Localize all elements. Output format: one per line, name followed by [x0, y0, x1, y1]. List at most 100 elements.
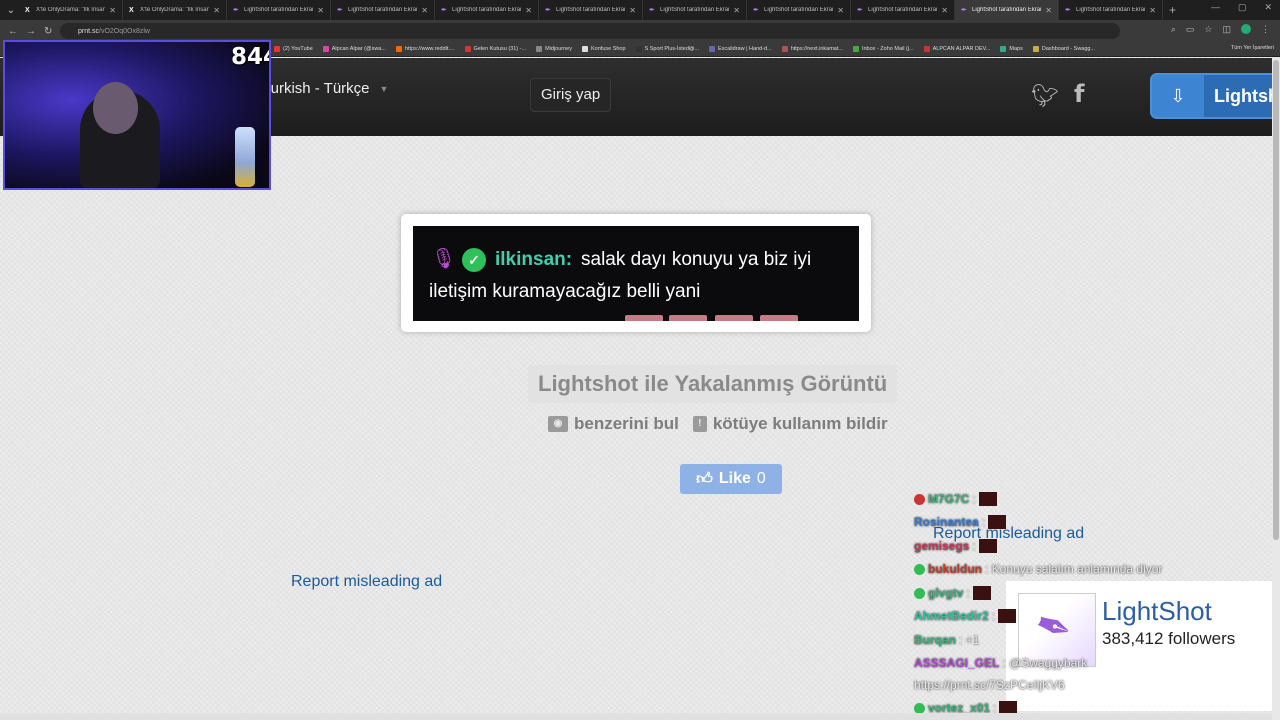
language-select[interactable]: Turkish - Türkçe ▼ [262, 80, 388, 97]
scrollbar-thumb[interactable] [1273, 60, 1279, 540]
forward-icon[interactable]: → [26, 26, 36, 37]
bookmark-favicon-icon [635, 46, 642, 52]
bookmark-label: Gelen Kutusu (31) -... [473, 46, 527, 52]
chat-emote [978, 539, 997, 553]
close-tab-icon[interactable]: ✕ [941, 6, 948, 15]
bookmarks-list: (2) YouTube Alpcan Alpar (@swa... https://… [274, 46, 1105, 52]
close-tab-icon[interactable]: ✕ [525, 6, 532, 15]
screenshot-image[interactable]: 🎙︎ ✓ ilkinsan: salak dayı konuyu ya biz … [413, 226, 859, 321]
horizontal-scrollbar[interactable] [0, 713, 1272, 720]
bookmark-label: https://www.reddit.... [404, 46, 455, 52]
like-button[interactable]: 👍︎ Like 0 [680, 464, 782, 494]
bookmark-item[interactable]: https://www.reddit.... [395, 46, 455, 52]
menu-icon[interactable]: ⋮ [1261, 24, 1270, 35]
bookmark-item[interactable]: ALPCAN ALPAR DEV... [923, 46, 990, 52]
bookmark-favicon-icon [708, 46, 715, 52]
warning-icon: ! [692, 416, 707, 432]
bookmark-star-icon[interactable]: ☆ [1204, 24, 1212, 35]
chat-badge-icon [914, 563, 925, 575]
feather-icon: ✒ [545, 6, 551, 14]
browser-tab[interactable]: ✒ LightShot tarafından Ekran ✕ [747, 0, 851, 20]
verified-icon: ✓ [462, 248, 486, 272]
tab-title: X'te OnlyDrama: "İlk İnsan [36, 7, 106, 13]
close-window-icon[interactable]: ✕ [1264, 2, 1272, 13]
find-similar-link[interactable]: ◉ benzerini bul [548, 414, 679, 434]
bookmark-label: Konfuse Shop [591, 46, 626, 52]
bookmark-label: https://next.inkamat... [790, 46, 843, 52]
all-bookmarks-folder[interactable]: Tüm Yer İşaretleri [1231, 45, 1274, 51]
chat-text: : +1 [959, 633, 980, 647]
bookmark-item[interactable]: Alpcan Alpar (@swa... [322, 46, 386, 52]
chat-badge-icon [914, 493, 925, 505]
facebook-icon[interactable]: f [1074, 80, 1084, 108]
close-tab-icon[interactable]: ✕ [629, 6, 636, 15]
download-button[interactable]: ⇩ Lightsh [1150, 73, 1280, 119]
report-ad-link[interactable]: Report misleading ad [291, 573, 442, 591]
tab-search-icon[interactable]: ⌄ [3, 2, 19, 18]
bookmark-item[interactable]: Gelen Kutusu (31) -... [464, 46, 527, 52]
chat-message: ASSSAGI_GEL: @Swaggybark [914, 656, 1087, 670]
bookmark-label: Midjourney [545, 46, 572, 52]
report-abuse-label: kötüye kullanım bildir [712, 414, 888, 433]
browser-tab[interactable]: X X'te OnlyDrama: "İlk İnsan ✕ [19, 0, 123, 20]
chat-username: AhmetBedir2 [914, 609, 989, 623]
reload-icon[interactable]: ↻ [44, 26, 52, 37]
cast-icon[interactable]: ▭ [1186, 24, 1195, 35]
browser-tab[interactable]: ✒ LightShot tarafından Ekran ✕ [955, 0, 1059, 20]
feather-icon: ✒ [961, 6, 967, 14]
window-controls: — ▢ ✕ [1211, 2, 1272, 13]
minimize-icon[interactable]: — [1211, 2, 1220, 13]
tab-title: LightShot tarafından Ekran [556, 7, 626, 13]
bookmark-item[interactable]: (2) YouTube [274, 46, 313, 52]
tab-title: LightShot tarafından Ekran [244, 7, 314, 13]
close-tab-icon[interactable]: ✕ [213, 6, 220, 15]
chat-message: Rosinantea: [914, 515, 1007, 529]
browser-tab[interactable]: ✒ LightShot tarafından Ekran ✕ [851, 0, 955, 20]
close-tab-icon[interactable]: ✕ [109, 6, 116, 15]
bookmark-favicon-icon [1032, 46, 1039, 52]
browser-tab[interactable]: ✒ LightShot tarafından Ekran ✕ [539, 0, 643, 20]
chat-text: : [972, 492, 976, 506]
chat-text: : @Swaggybark [1002, 656, 1088, 670]
bookmark-item[interactable]: Midjourney [536, 46, 572, 52]
back-icon[interactable]: ← [8, 26, 18, 37]
twitter-icon[interactable]: 🐦︎ [1031, 83, 1059, 109]
bookmark-item[interactable]: Excalidraw | Hand-d... [708, 46, 772, 52]
emote-fragment [715, 315, 753, 321]
bookmark-item[interactable]: Maps [1000, 46, 1023, 52]
zoom-icon[interactable]: ⌕ [1171, 24, 1176, 35]
close-tab-icon[interactable]: ✕ [1045, 6, 1052, 15]
bookmark-item[interactable]: Inbox - Zoho Mail (j... [852, 46, 914, 52]
streamer-webcam: 844 [3, 40, 271, 190]
profile-avatar[interactable] [1241, 24, 1251, 34]
url-host: prnt.sc [78, 27, 100, 35]
bookmark-item[interactable]: S Sport Plus-İstediği... [635, 46, 699, 52]
report-abuse-link[interactable]: ! kötüye kullanım bildir [692, 414, 888, 434]
extensions-icon[interactable]: ◫ [1222, 24, 1231, 35]
new-tab-icon[interactable]: + [1169, 3, 1176, 17]
bookmark-item[interactable]: Konfuse Shop [582, 46, 626, 52]
close-tab-icon[interactable]: ✕ [733, 6, 740, 15]
bookmark-item[interactable]: https://next.inkamat... [781, 46, 843, 52]
feather-icon: ✒ [337, 6, 343, 14]
browser-tab[interactable]: ✒ LightShot tarafından Ekran ✕ [435, 0, 539, 20]
browser-tab[interactable]: ✒ LightShot tarafından Ekran ✕ [331, 0, 435, 20]
close-tab-icon[interactable]: ✕ [837, 6, 844, 15]
browser-tab[interactable]: X X'te OnlyDrama: "İlk İnsan ✕ [123, 0, 227, 20]
close-tab-icon[interactable]: ✕ [421, 6, 428, 15]
browser-tab[interactable]: ✒ LightShot tarafından Ekran ✕ [643, 0, 747, 20]
login-button[interactable]: Giriş yap [530, 78, 612, 112]
bookmark-favicon-icon [582, 46, 588, 52]
vertical-scrollbar[interactable] [1272, 58, 1280, 720]
maximize-icon[interactable]: ▢ [1238, 2, 1247, 13]
like-count: 0 [756, 470, 766, 487]
browser-tab[interactable]: ✒ LightShot tarafından Ekran ✕ [1059, 0, 1163, 20]
close-tab-icon[interactable]: ✕ [317, 6, 324, 15]
close-tab-icon[interactable]: ✕ [1149, 6, 1156, 15]
webcam-bottle [235, 127, 255, 187]
tab-title: LightShot tarafından Ekran [972, 7, 1042, 13]
browser-toolbar: ← → ↻ prnt.sc/vO2Oq0Ox8zlw ⌕ ▭ ☆ ◫ ⋮ [0, 20, 1280, 42]
browser-tab[interactable]: ✒ LightShot tarafından Ekran ✕ [227, 0, 331, 20]
address-bar[interactable]: prnt.sc/vO2Oq0Ox8zlw [60, 23, 1120, 39]
bookmark-item[interactable]: Dashboard - Swagg... [1032, 46, 1095, 52]
